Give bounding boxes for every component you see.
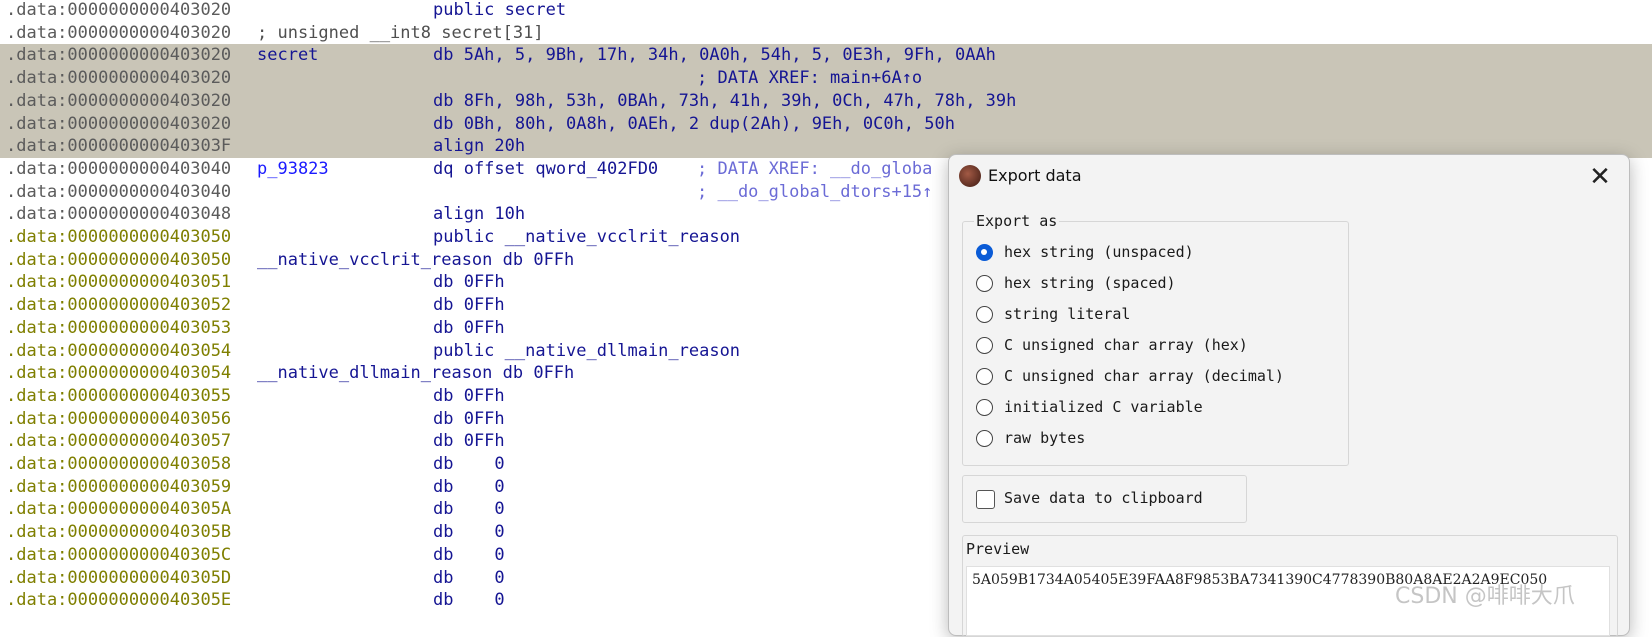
- line-comment: ; DATA XREF: __do_globa: [697, 158, 933, 179]
- radio-button[interactable]: [976, 399, 993, 416]
- line-instruction: db 0: [433, 499, 505, 520]
- save-to-clipboard-label[interactable]: Save data to clipboard: [1004, 489, 1203, 507]
- dialog-titlebar[interactable]: Export data ✕: [949, 155, 1629, 199]
- preview-label: Preview: [966, 540, 1030, 558]
- line-instruction: db 0FFh: [433, 408, 505, 429]
- line-label: __native_dllmain_reason db 0FFh: [257, 363, 575, 384]
- line-address: .data:0000000000403020: [6, 22, 232, 43]
- line-address: .data:000000000040305C: [6, 544, 232, 565]
- line-address: .data:0000000000403056: [6, 408, 232, 429]
- line-instruction: db 0: [433, 454, 505, 474]
- line-instruction: db 0FFh: [433, 295, 505, 316]
- line-address: .data:0000000000403053: [6, 317, 232, 338]
- radio-button[interactable]: [976, 275, 993, 292]
- listing-line[interactable]: .data:0000000000403020 public secret: [0, 0, 1652, 22]
- line-instruction: db 0: [433, 567, 505, 588]
- line-address: .data:0000000000403040: [6, 181, 232, 202]
- line-instruction: db 0FFh: [433, 385, 505, 406]
- radio-button[interactable]: [976, 306, 993, 323]
- line-address: .data:0000000000403054: [6, 363, 232, 384]
- export-option-label[interactable]: hex string (unspaced): [1004, 243, 1194, 261]
- line-instruction: db 0: [433, 544, 505, 565]
- export-option[interactable]: hex string (unspaced): [976, 243, 1326, 265]
- export-option-label[interactable]: initialized C variable: [1004, 398, 1203, 416]
- line-address: .data:0000000000403040: [6, 158, 232, 179]
- line-address: .data:0000000000403020: [6, 90, 232, 111]
- listing-line[interactable]: .data:0000000000403020 ; DATA XREF: main+…: [0, 67, 1652, 91]
- export-option-label[interactable]: raw bytes: [1004, 429, 1085, 447]
- clipboard-group: Save data to clipboard: [962, 475, 1247, 523]
- line-instruction: db 0FFh: [433, 431, 505, 452]
- export-option-label[interactable]: C unsigned char array (decimal): [1004, 367, 1284, 385]
- line-address: .data:0000000000403052: [6, 295, 232, 316]
- line-address: .data:0000000000403055: [6, 385, 232, 406]
- line-instruction: dq offset qword_402FD0: [433, 158, 659, 179]
- watermark-text: CSDN @啡啡大爪: [1395, 584, 1575, 609]
- line-label: __native_vcclrit_reason db 0FFh: [257, 249, 575, 270]
- line-address: .data:0000000000403020: [6, 45, 232, 66]
- line-instruction: db 0Bh, 80h, 0A8h, 0AEh, 2 dup(2Ah), 9Eh…: [433, 113, 955, 134]
- line-instruction: align 20h: [433, 136, 526, 157]
- app-avatar-icon: [959, 165, 981, 187]
- line-instruction: align 10h: [433, 204, 526, 225]
- line-address: .data:000000000040305A: [6, 499, 232, 520]
- export-option[interactable]: raw bytes: [976, 429, 1326, 451]
- line-comment: ; __do_global_dtors+15↑: [697, 181, 933, 202]
- line-label: ; unsigned __int8 secret[31]: [257, 22, 544, 43]
- line-address: .data:000000000040303F: [6, 136, 232, 157]
- line-address: .data:000000000040305B: [6, 522, 232, 543]
- line-address: .data:0000000000403050: [6, 249, 232, 270]
- export-option[interactable]: string literal: [976, 305, 1326, 327]
- line-address: .data:0000000000403048: [6, 204, 232, 225]
- line-instruction: public __native_vcclrit_reason: [433, 227, 741, 247]
- export-option-label[interactable]: hex string (spaced): [1004, 274, 1176, 292]
- line-instruction: db 0FFh: [433, 272, 505, 293]
- export-option-label[interactable]: string literal: [1004, 305, 1130, 323]
- line-instruction: db 0: [433, 476, 505, 497]
- export-as-group: Export as hex string (unspaced) hex strin…: [962, 212, 1349, 466]
- line-address: .data:0000000000403050: [6, 227, 232, 247]
- listing-line[interactable]: .data:0000000000403020 secret db 5Ah, 5, 9…: [0, 44, 1652, 68]
- line-instruction: public secret: [433, 0, 567, 20]
- export-option[interactable]: C unsigned char array (decimal): [976, 367, 1326, 389]
- line-instruction: db 5Ah, 5, 9Bh, 17h, 34h, 0A0h, 54h, 5, …: [433, 45, 996, 66]
- radio-button[interactable]: [976, 368, 993, 385]
- radio-button[interactable]: [976, 430, 993, 447]
- export-data-dialog: Export data ✕ Export as hex string (unsp…: [948, 154, 1630, 637]
- line-address: .data:000000000040305E: [6, 590, 232, 611]
- line-address: .data:0000000000403051: [6, 272, 232, 293]
- listing-line[interactable]: .data:0000000000403020 ; unsigned __int8 …: [0, 22, 1652, 45]
- line-address: .data:0000000000403020: [6, 0, 232, 20]
- line-instruction: db 0: [433, 590, 505, 611]
- dialog-title: Export data: [988, 166, 1082, 185]
- line-instruction: public __native_dllmain_reason: [433, 340, 741, 361]
- line-address: .data:000000000040305D: [6, 567, 232, 588]
- export-as-label: Export as: [974, 212, 1060, 230]
- line-address: .data:0000000000403059: [6, 476, 232, 497]
- save-to-clipboard-checkbox[interactable]: [976, 490, 995, 509]
- line-address: .data:0000000000403057: [6, 431, 232, 452]
- radio-button[interactable]: [976, 244, 993, 261]
- line-instruction: db 0: [433, 522, 505, 543]
- listing-line[interactable]: .data:0000000000403020 db 8Fh, 98h, 53h, …: [0, 89, 1652, 113]
- radio-button[interactable]: [976, 337, 993, 354]
- line-address: .data:0000000000403054: [6, 340, 232, 361]
- line-comment: ; DATA XREF: main+6A↑o: [697, 68, 923, 89]
- export-option[interactable]: hex string (spaced): [976, 274, 1326, 296]
- close-icon[interactable]: ✕: [1579, 159, 1621, 195]
- export-option-label[interactable]: C unsigned char array (hex): [1004, 336, 1248, 354]
- line-label: secret: [257, 45, 319, 66]
- export-option[interactable]: initialized C variable: [976, 398, 1326, 420]
- line-label: p_93823: [257, 158, 329, 179]
- listing-line[interactable]: .data:0000000000403020 db 0Bh, 80h, 0A8h,…: [0, 112, 1652, 136]
- line-instruction: db 0FFh: [433, 317, 505, 338]
- line-address: .data:0000000000403058: [6, 454, 232, 474]
- export-option[interactable]: C unsigned char array (hex): [976, 336, 1326, 358]
- line-address: .data:0000000000403020: [6, 68, 232, 89]
- line-instruction: db 8Fh, 98h, 53h, 0BAh, 73h, 41h, 39h, 0…: [433, 90, 1017, 111]
- line-address: .data:0000000000403020: [6, 113, 232, 134]
